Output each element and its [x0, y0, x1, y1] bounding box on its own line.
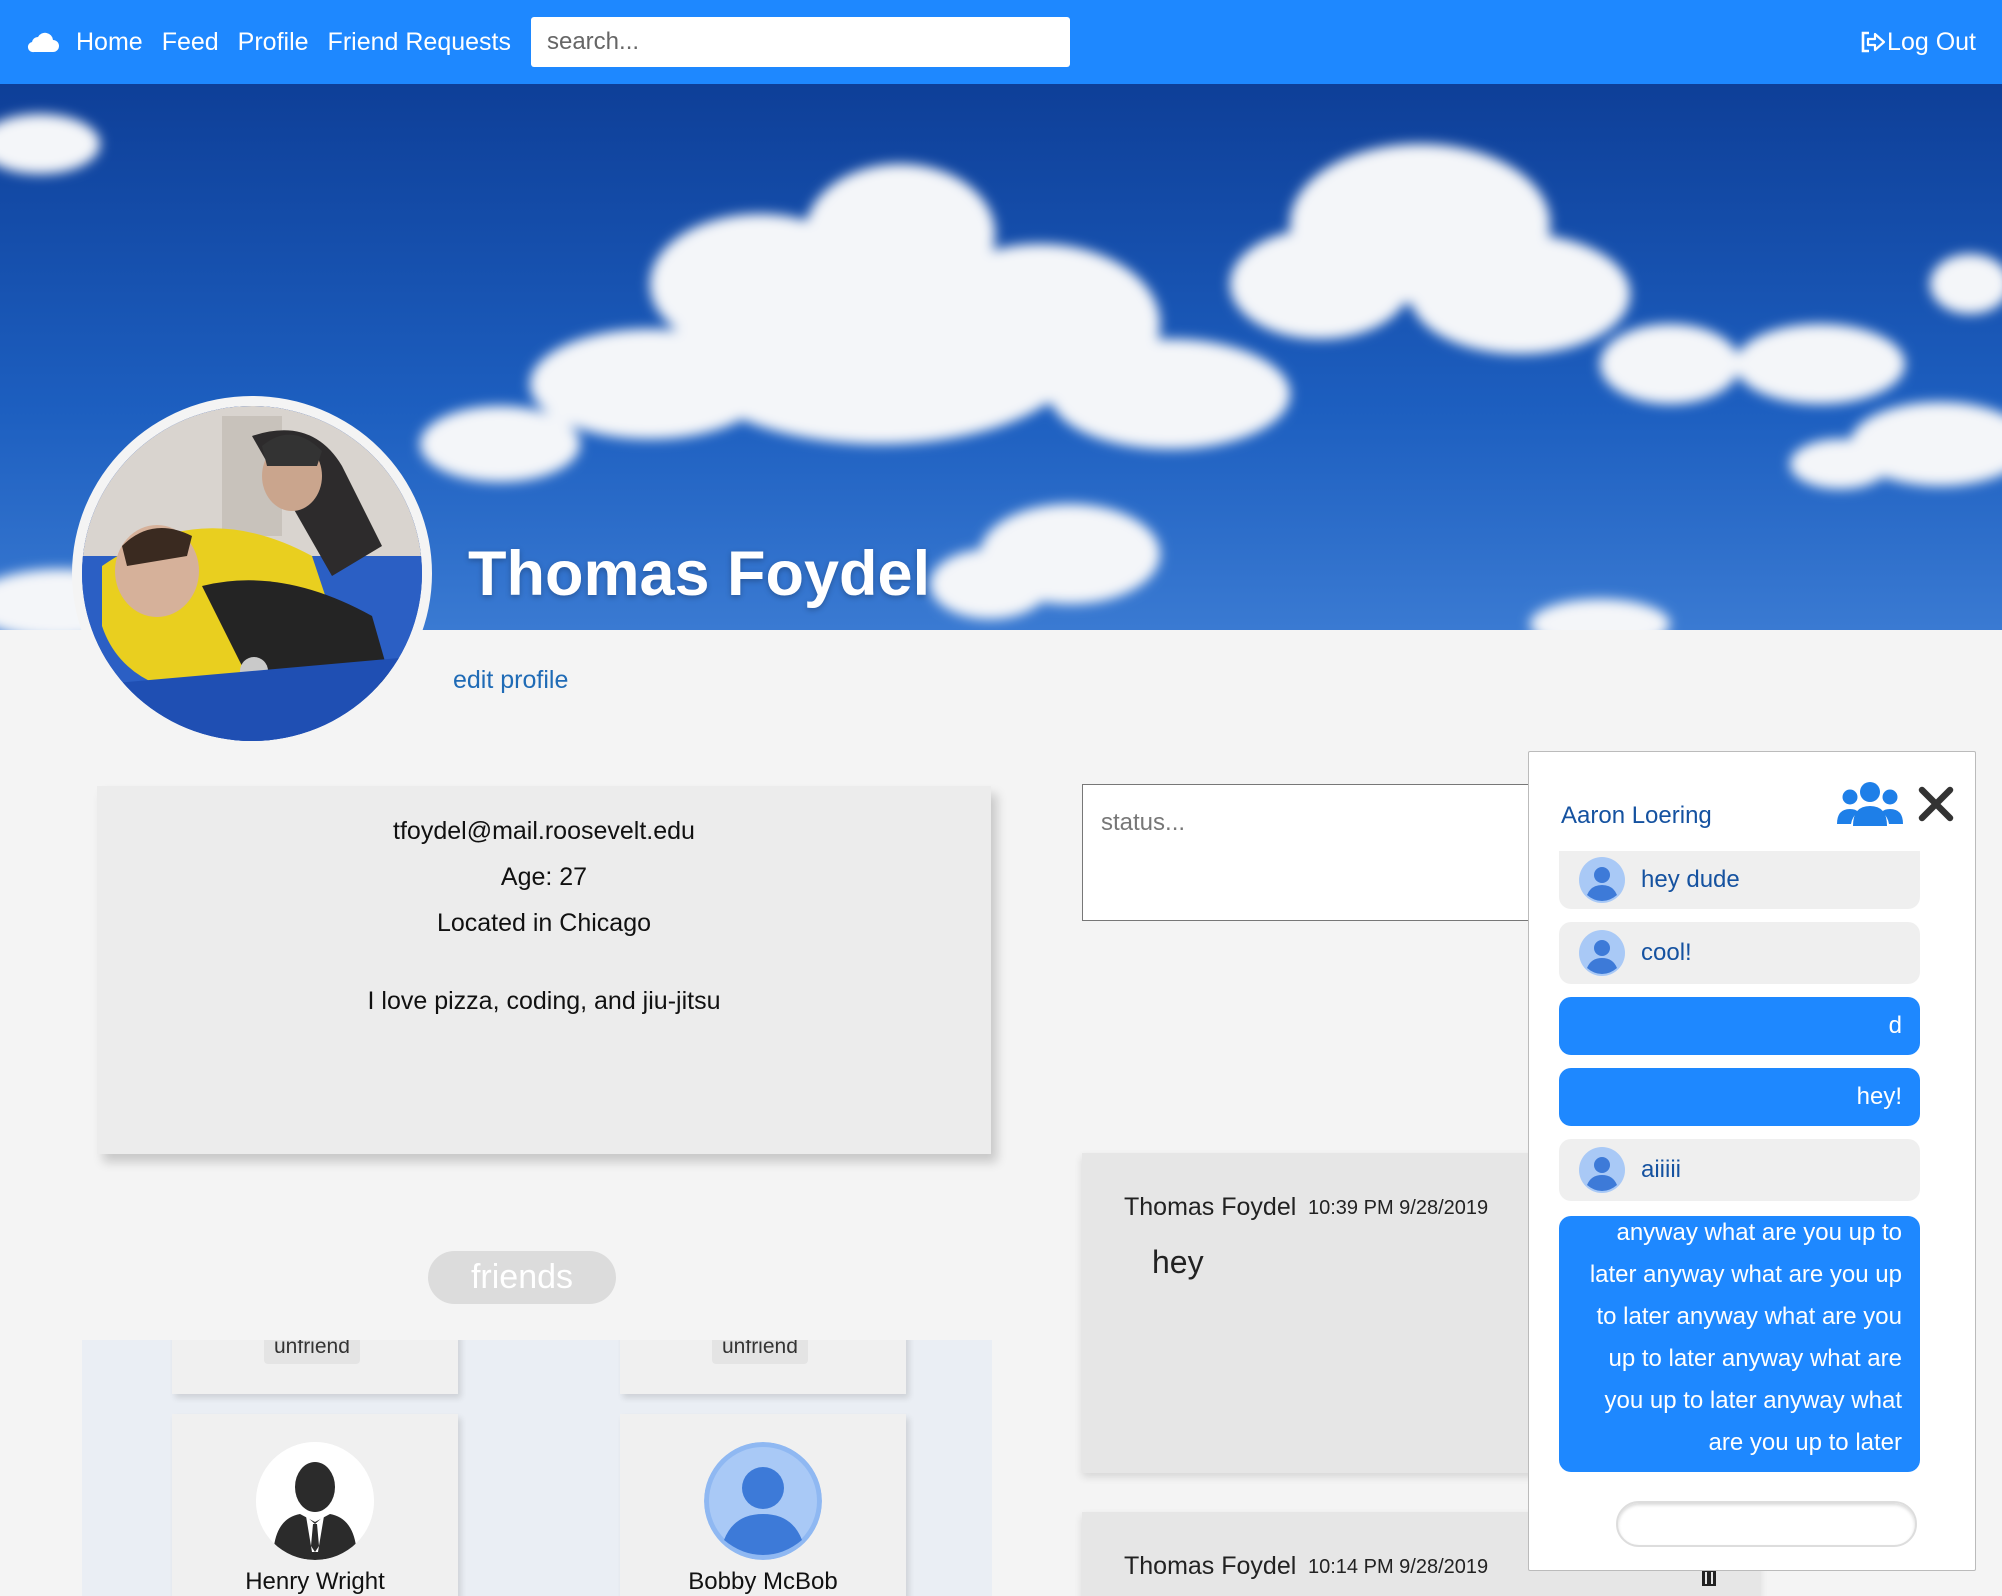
chat-message-line: to later anyway what are you [1596, 1303, 1903, 1330]
friend-avatar [704, 1442, 822, 1560]
close-icon[interactable] [1916, 784, 1956, 824]
chat-message-text: cool! [1641, 939, 1692, 966]
friend-name[interactable]: Henry Wright [172, 1568, 458, 1596]
chat-message-incoming: aiiiii [1559, 1139, 1920, 1201]
post-author[interactable]: Thomas Foydel [1124, 1193, 1296, 1222]
sign-out-icon [1861, 31, 1886, 53]
friend-card: unfriend [172, 1340, 458, 1394]
profile-avatar[interactable] [72, 396, 432, 751]
nav-profile-link[interactable]: Profile [238, 28, 309, 57]
profile-age: Age: 27 [500, 863, 588, 891]
default-user-icon [704, 1442, 822, 1560]
unfriend-button[interactable]: unfriend [264, 1340, 360, 1364]
friend-card[interactable]: Henry Wright [172, 1414, 458, 1596]
nav-home-link[interactable]: Home [76, 28, 143, 57]
user-silhouette-icon [256, 1442, 374, 1560]
chat-message-text: d [1888, 1012, 1902, 1039]
nav-friend-requests-link[interactable]: Friend Requests [328, 28, 511, 57]
chat-message-outgoing: hey! [1559, 1068, 1920, 1126]
chat-message-text: hey dude [1641, 866, 1740, 893]
logout-button[interactable]: Log Out [1860, 0, 1976, 84]
chat-message-text: hey! [1856, 1083, 1902, 1110]
friend-card[interactable]: Bobby McBob [620, 1414, 906, 1596]
post-author[interactable]: Thomas Foydel [1124, 1552, 1296, 1581]
chat-message-incoming: hey dude [1559, 851, 1920, 909]
cloud-logo-icon[interactable] [26, 30, 60, 54]
chat-message-text: aiiiii [1641, 1156, 1682, 1183]
profile-email: tfoydel@mail.roosevelt.edu [393, 817, 695, 845]
post-timestamp: 10:14 PM 9/28/2019 [1308, 1556, 1489, 1578]
chat-message-line: anyway what are you up to [1616, 1219, 1902, 1246]
friend-avatar [256, 1442, 374, 1560]
chat-window: Aaron Loering hey dude cool! d hey! aiii… [1528, 751, 1976, 1571]
chat-message-line: are you up to later [1708, 1429, 1902, 1456]
friend-card: unfriend [620, 1340, 906, 1394]
edit-profile-link[interactable]: edit profile [453, 666, 568, 695]
profile-bio: I love pizza, coding, and jiu-jitsu [367, 987, 721, 1015]
nav-feed-link[interactable]: Feed [162, 28, 219, 57]
post-timestamp: 10:39 PM 9/28/2019 [1308, 1197, 1489, 1219]
search-input[interactable] [530, 17, 1070, 67]
profile-location: Located in Chicago [436, 909, 652, 937]
friend-name[interactable]: Bobby McBob [620, 1568, 906, 1596]
chat-partner-name[interactable]: Aaron Loering [1561, 802, 1712, 830]
post-body: hey [1152, 1244, 1204, 1280]
chat-message-input[interactable] [1616, 1501, 1917, 1547]
unfriend-button[interactable]: unfriend [712, 1340, 808, 1364]
chat-message-line: later anyway what are you up [1589, 1261, 1902, 1288]
chat-message-line: up to later anyway what are [1608, 1345, 1903, 1372]
chat-message-incoming: cool! [1559, 922, 1920, 984]
profile-info-card: tfoydel@mail.roosevelt.edu Age: 27 Locat… [97, 786, 991, 1154]
user-avatar-icon [1579, 1147, 1625, 1193]
top-navbar: Home Feed Profile Friend Requests Log Ou… [0, 0, 2002, 84]
profile-name: Thomas Foydel [468, 539, 931, 609]
users-group-icon[interactable] [1837, 780, 1903, 830]
chat-message-line: you up to later anyway what [1604, 1387, 1902, 1414]
chat-message-outgoing: d [1559, 997, 1920, 1055]
logout-label: Log Out [1887, 27, 1976, 56]
user-avatar-icon [1579, 857, 1625, 903]
user-avatar-icon [1579, 930, 1625, 976]
friends-list: unfriend unfriend Henry Wright Bobby McB… [82, 1340, 992, 1596]
chat-message-outgoing: anyway what are you up to later anyway w… [1559, 1216, 1920, 1472]
friends-heading: friends [428, 1251, 616, 1304]
